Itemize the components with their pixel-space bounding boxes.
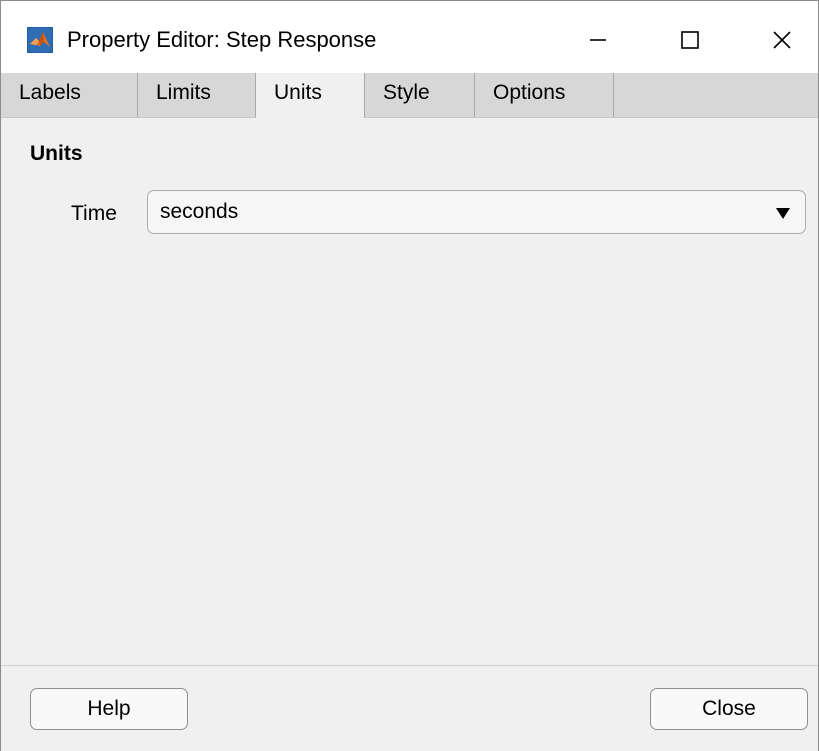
title-bar[interactable]: Property Editor: Step Response [1, 1, 818, 79]
tab-style-label: Style [383, 81, 430, 104]
tab-units[interactable]: Units [256, 73, 365, 119]
minimize-button[interactable] [562, 1, 634, 79]
tab-units-label: Units [274, 81, 322, 104]
matlab-app-icon [27, 27, 53, 53]
tab-labels-label: Labels [19, 81, 81, 104]
close-button[interactable]: Close [650, 688, 808, 730]
help-button[interactable]: Help [30, 688, 188, 730]
window-title: Property Editor: Step Response [67, 27, 377, 52]
time-units-dropdown[interactable]: seconds [147, 190, 806, 234]
tab-options-label: Options [493, 81, 566, 104]
close-icon [773, 31, 791, 49]
dropdown-arrow-icon [776, 208, 790, 219]
dialog-footer: Help Close [1, 665, 818, 751]
tab-labels[interactable]: Labels [1, 73, 138, 117]
tab-strip: Labels Limits Units Style Options [1, 73, 818, 119]
tab-style[interactable]: Style [365, 73, 475, 117]
tab-limits-label: Limits [156, 81, 211, 104]
tab-limits[interactable]: Limits [138, 73, 256, 117]
tab-options[interactable]: Options [475, 73, 614, 117]
time-units-value: seconds [160, 200, 239, 223]
window-close-button[interactable] [746, 1, 818, 79]
maximize-icon [681, 31, 699, 49]
maximize-button[interactable] [654, 1, 726, 79]
section-title: Units [30, 142, 83, 165]
tab-strip-empty-area [614, 73, 818, 117]
units-panel: Units Time seconds [1, 118, 818, 666]
time-label: Time [71, 202, 117, 225]
property-editor-window: Property Editor: Step Response Labels Li… [0, 0, 819, 751]
minimize-icon [590, 39, 606, 41]
